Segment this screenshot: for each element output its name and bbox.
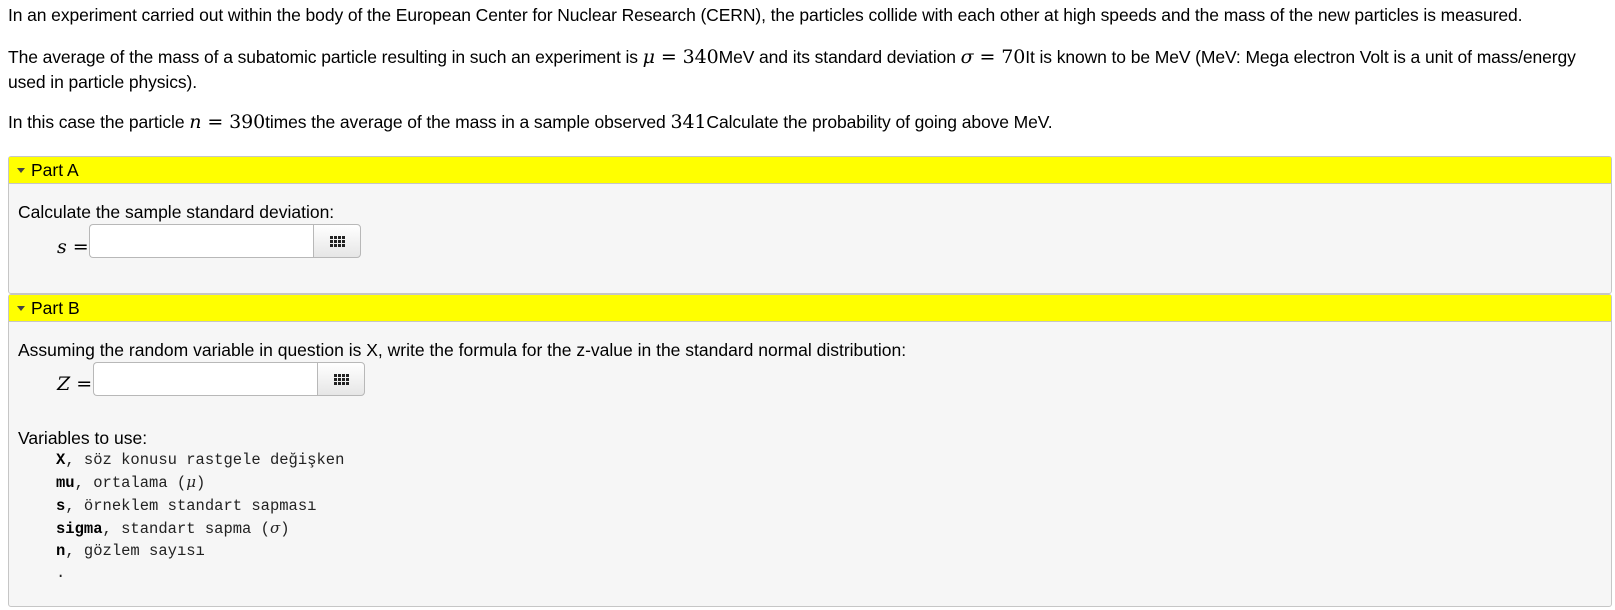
variable-name: mu — [56, 474, 75, 493]
part-b-equals: = — [70, 373, 93, 395]
part-b-prompt: Assuming the random variable in question… — [18, 340, 907, 360]
variables-title: Variables to use: — [18, 428, 148, 448]
part-a-answer-label: s = — [57, 236, 89, 258]
n-value: = 390 — [201, 111, 266, 133]
part-b-answer-group — [93, 362, 365, 396]
variables-trailing-dot: . — [56, 564, 66, 583]
part-b-answer-label: Z = — [57, 373, 92, 395]
mu-symbol: μ — [642, 46, 655, 68]
part-a-equals: = — [66, 236, 89, 258]
part-a-header[interactable]: Part A — [9, 157, 1611, 184]
part-a-var: s — [57, 236, 67, 258]
variable-item: mu, ortalama (μ) — [56, 473, 206, 493]
part-b-panel: Part B Assuming the random variable in q… — [8, 294, 1612, 607]
part-a-prompt: Calculate the sample standard deviation: — [18, 202, 335, 222]
keypad-grid-icon — [333, 373, 349, 385]
mu-value: = 340 — [654, 46, 719, 68]
caret-down-icon — [17, 306, 25, 311]
p2-text-1: The average of the mass of a subatomic p… — [8, 47, 643, 67]
distribution-paragraph: The average of the mass of a subatomic p… — [8, 45, 1598, 95]
part-b-title: Part B — [31, 297, 80, 318]
variable-name: n — [56, 542, 66, 561]
p3-text-3: Calculate the probability of going above… — [706, 112, 1053, 132]
variable-item: s, örneklem standart sapması — [56, 496, 317, 515]
n-symbol: n — [189, 111, 202, 133]
problem-page: In an experiment carried out within the … — [0, 0, 1615, 610]
intro-paragraph: In an experiment carried out within the … — [8, 5, 1523, 25]
variable-desc: örneklem standart sapması — [74, 496, 317, 515]
keypad-grid-icon — [329, 235, 345, 247]
part-a-answer-input[interactable] — [89, 224, 313, 258]
variable-name: X — [56, 451, 66, 469]
variable-item: sigma, standart sapma (σ) — [56, 518, 290, 538]
p3-text-2: times the average of the mass in a sampl… — [265, 112, 671, 132]
variable-desc: ortalama ( — [83, 474, 187, 493]
p2-text-2: MeV and its standard deviation — [718, 47, 961, 67]
variable-name: s — [56, 496, 66, 515]
variable-desc: söz konusu rastgele değişken — [74, 451, 345, 469]
variable-item: X, söz konusu rastgele değişken — [56, 451, 345, 469]
part-a-panel: Part A Calculate the sample standard dev… — [8, 156, 1612, 294]
variable-symbol: σ — [269, 518, 281, 537]
variable-symbol: μ — [186, 473, 196, 492]
part-b-keypad-button[interactable] — [317, 362, 365, 396]
caret-down-icon — [17, 168, 25, 173]
sigma-value: = 70 — [973, 46, 1026, 68]
variable-desc: standart sapma ( — [111, 519, 270, 538]
part-b-var: Z — [57, 373, 71, 395]
part-b-answer-input[interactable] — [93, 362, 317, 396]
variable-name: sigma — [56, 519, 103, 538]
sigma-symbol: σ — [960, 46, 974, 68]
part-b-header[interactable]: Part B — [9, 295, 1611, 322]
part-a-keypad-button[interactable] — [313, 224, 361, 258]
sample-paragraph: In this case the particle n = 390times t… — [8, 110, 1053, 135]
part-a-title: Part A — [31, 159, 79, 180]
part-a-answer-group — [89, 224, 361, 258]
variables-list: X, söz konusu rastgele değişken mu, orta… — [56, 449, 344, 585]
variable-desc: gözlem sayısı — [74, 542, 205, 561]
observed-value: 341 — [670, 111, 707, 133]
p3-text-1: In this case the particle — [8, 112, 190, 132]
variable-item: n, gözlem sayısı — [56, 542, 205, 561]
